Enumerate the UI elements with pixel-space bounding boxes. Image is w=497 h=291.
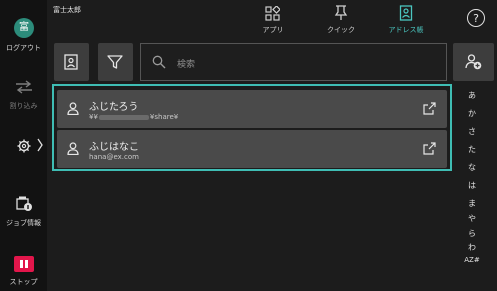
address-book-select-button[interactable] bbox=[54, 43, 89, 81]
filter-button[interactable] bbox=[98, 43, 133, 81]
address-book-icon bbox=[64, 54, 78, 70]
gear-icon[interactable] bbox=[17, 139, 31, 153]
add-user-icon bbox=[465, 54, 482, 70]
user-name: 富士太郎 bbox=[53, 6, 81, 14]
avatar[interactable]: 富 bbox=[14, 18, 34, 38]
search-placeholder: 検索 bbox=[177, 60, 196, 70]
contact-name: ふじたろう bbox=[89, 102, 139, 113]
list-item[interactable]: ふじたろう ¥¥ ¥share¥ bbox=[57, 90, 447, 128]
index-ka[interactable]: か bbox=[462, 108, 482, 119]
index-wa[interactable]: わ bbox=[462, 242, 482, 253]
help-button[interactable]: ? bbox=[467, 9, 485, 27]
contact-list: ふじたろう ¥¥ ¥share¥ ふじはなこ hana@ex.com bbox=[52, 84, 452, 171]
index-ya[interactable]: や bbox=[462, 213, 482, 224]
index-az[interactable]: AZ# bbox=[462, 256, 482, 264]
index-na[interactable]: な bbox=[462, 162, 482, 173]
address-book-icon bbox=[399, 5, 413, 21]
redacted-text bbox=[98, 114, 149, 120]
person-icon bbox=[67, 142, 79, 155]
index-ra[interactable]: ら bbox=[462, 228, 482, 239]
apps-icon bbox=[265, 6, 280, 21]
contact-address: ¥¥ ¥share¥ bbox=[89, 113, 179, 121]
filter-icon bbox=[107, 55, 123, 69]
tab-quick[interactable]: クイック bbox=[318, 4, 364, 38]
person-icon bbox=[67, 102, 79, 115]
interrupt-label: 割り込み bbox=[9, 102, 38, 110]
search-icon bbox=[152, 55, 166, 69]
tab-apps[interactable]: アプリ bbox=[250, 4, 296, 38]
logout-label[interactable]: ログアウト bbox=[0, 43, 47, 53]
pin-icon bbox=[334, 5, 348, 20]
stop-button[interactable] bbox=[14, 256, 34, 272]
external-link-icon[interactable] bbox=[423, 102, 436, 115]
tab-quick-label: クイック bbox=[327, 26, 355, 34]
external-link-icon[interactable] bbox=[423, 142, 436, 155]
stop-label[interactable]: ストップ bbox=[0, 277, 47, 287]
left-sidebar: 富 ログアウト 割り込み ジョブ情報 ストップ bbox=[0, 0, 47, 291]
index-sa[interactable]: さ bbox=[462, 126, 482, 137]
search-input[interactable]: 検索 bbox=[140, 43, 447, 81]
index-a[interactable]: あ bbox=[462, 90, 482, 101]
job-info-icon[interactable] bbox=[15, 196, 33, 212]
contact-name: ふじはなこ bbox=[89, 142, 139, 153]
list-item[interactable]: ふじはなこ hana@ex.com bbox=[57, 130, 447, 168]
index-ha[interactable]: は bbox=[462, 180, 482, 191]
chevron-right-icon[interactable] bbox=[37, 138, 43, 152]
interrupt-icon bbox=[16, 80, 32, 94]
index-ma[interactable]: ま bbox=[462, 198, 482, 209]
tab-apps-label: アプリ bbox=[262, 26, 284, 34]
contact-address: hana@ex.com bbox=[89, 153, 139, 161]
add-contact-button[interactable] bbox=[453, 43, 494, 81]
job-info-label[interactable]: ジョブ情報 bbox=[0, 218, 47, 228]
tab-address-book-label: アドレス帳 bbox=[388, 26, 424, 34]
tab-address-book[interactable]: アドレス帳 bbox=[381, 4, 431, 38]
index-ta[interactable]: た bbox=[462, 144, 482, 155]
